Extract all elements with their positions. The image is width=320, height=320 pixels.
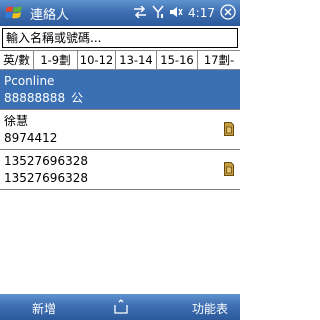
tab-alphanumeric[interactable]: 英/數	[0, 51, 34, 69]
contact-row[interactable]: 徐慧 8974412	[0, 110, 240, 150]
contact-list[interactable]: Pconline 88888888 公 徐慧 8974412 1352769632…	[0, 70, 240, 294]
close-icon[interactable]	[220, 3, 236, 23]
sim-card-icon	[224, 122, 234, 136]
tab-strokes-1-9[interactable]: 1-9劃	[34, 51, 78, 69]
signal-icon[interactable]	[152, 5, 164, 22]
app-title: 連絡人	[30, 7, 70, 23]
tab-strokes-10-12[interactable]: 10-12	[78, 51, 116, 69]
title-bar: 連絡人 4:17	[0, 0, 240, 26]
search-input[interactable]	[2, 28, 238, 48]
menu-button[interactable]: 功能表	[192, 300, 228, 317]
search-bar	[0, 26, 240, 50]
contact-number-type: 公	[71, 91, 84, 105]
contact-name: 徐慧	[4, 114, 29, 128]
tab-strokes-13-14[interactable]: 13-14	[116, 51, 157, 69]
volume-icon[interactable]	[169, 6, 183, 21]
tab-strokes-15-16[interactable]: 15-16	[157, 51, 198, 69]
contact-name: Pconline	[4, 74, 55, 88]
sim-card-icon	[224, 162, 234, 176]
new-contact-button[interactable]: 新增	[32, 300, 56, 317]
contact-row[interactable]: Pconline 88888888 公	[0, 70, 240, 110]
softkey-bar: 新增 功能表	[0, 294, 240, 320]
tab-strokes-17-plus[interactable]: 17劃-	[198, 51, 240, 69]
connectivity-icon[interactable]	[133, 4, 147, 21]
contact-number: 13527696328	[4, 171, 88, 185]
input-panel-icon[interactable]	[112, 299, 130, 315]
contact-row[interactable]: 13527696328 13527696328	[0, 150, 240, 190]
windows-start-icon[interactable]	[0, 0, 28, 26]
contact-detail: 88888888 公	[4, 90, 236, 107]
contact-number: 88888888	[4, 91, 66, 105]
filter-tabs: 英/數 1-9劃 10-12 13-14 15-16 17劃-	[0, 50, 240, 70]
status-area[interactable]: 4:17	[133, 0, 236, 26]
contact-number: 8974412	[4, 131, 58, 145]
contact-name: 13527696328	[4, 154, 88, 168]
clock-time[interactable]: 4:17	[188, 6, 215, 20]
